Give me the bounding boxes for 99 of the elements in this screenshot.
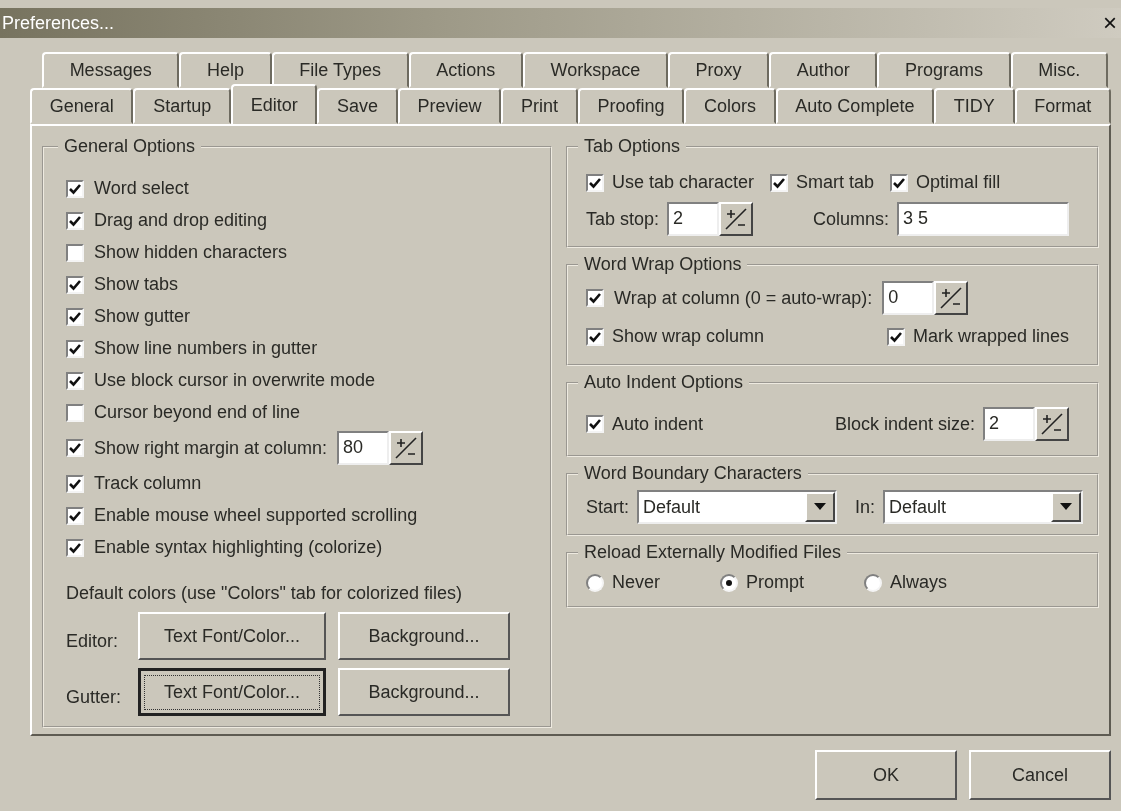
group-title: Reload Externally Modified Files [583, 542, 843, 563]
group-title: Word Wrap Options [583, 254, 743, 275]
checkbox[interactable] [886, 327, 905, 346]
color-button[interactable]: Text Font/Color... [138, 668, 326, 716]
field-label: Block indent size: [834, 413, 976, 435]
spin-button[interactable] [1035, 407, 1070, 441]
close-button[interactable]: × [1099, 9, 1121, 37]
checkbox-label[interactable]: Show hidden characters [94, 242, 288, 263]
tab[interactable]: Programs [877, 52, 1011, 88]
checkbox-label[interactable]: Use tab character [612, 172, 755, 193]
row-label: Editor: [66, 629, 120, 652]
window-title: Preferences... [2, 12, 115, 34]
group-title: Tab Options [583, 136, 682, 157]
tab[interactable]: Author [769, 52, 878, 88]
group-title: General Options [63, 136, 197, 157]
tab[interactable]: Save [317, 88, 398, 124]
tab[interactable]: Actions [408, 52, 523, 88]
tab[interactable]: File Types [271, 52, 409, 88]
group-title: Word Boundary Characters [583, 463, 803, 484]
color-button[interactable]: Text Font/Color... [138, 612, 326, 660]
note-text: Default colors (use "Colors" tab for colorized files) [66, 583, 463, 604]
tab[interactable]: General [30, 88, 134, 124]
checkbox[interactable] [66, 474, 84, 493]
group-title: Auto Indent Options [583, 372, 745, 393]
checkbox-label[interactable]: Use block cursor in overwrite mode [94, 370, 376, 391]
checkbox[interactable] [586, 327, 604, 346]
radio-label[interactable]: Prompt [746, 572, 805, 593]
input-field[interactable]: 3 5 [897, 202, 1070, 236]
checkbox[interactable] [66, 243, 84, 262]
tab[interactable]: Proxy [667, 52, 770, 88]
checkbox[interactable] [66, 339, 84, 358]
checkbox[interactable] [66, 506, 84, 525]
checkbox[interactable] [66, 538, 84, 557]
number-field[interactable]: 0 [882, 281, 935, 315]
spin-button[interactable] [719, 202, 754, 236]
radio-button[interactable] [720, 573, 738, 592]
field-label: Tab stop: [586, 208, 660, 230]
tab[interactable]: Preview [397, 88, 502, 124]
checkbox[interactable] [890, 173, 909, 192]
checkbox-label[interactable]: Auto indent [612, 413, 704, 435]
tab[interactable]: Help [179, 52, 272, 88]
checkbox[interactable] [586, 173, 604, 192]
checkbox-label[interactable]: Word select [94, 178, 189, 199]
field-label: In: [855, 496, 876, 518]
caret-icon [814, 503, 826, 511]
checkbox-label[interactable]: Smart tab [796, 172, 875, 193]
checkbox-label[interactable]: Optimal fill [916, 172, 1001, 193]
tab[interactable]: Proofing [577, 88, 685, 124]
checkbox-label[interactable]: Drag and drop editing [94, 210, 268, 231]
checkbox[interactable] [66, 275, 84, 294]
checkbox[interactable] [586, 415, 604, 433]
checkbox[interactable] [770, 173, 789, 192]
checkbox-label[interactable]: Track column [94, 473, 202, 494]
checkbox[interactable] [66, 439, 84, 457]
number-field[interactable]: 80 [337, 431, 390, 465]
spin-button[interactable] [934, 281, 969, 315]
radio-label[interactable]: Always [890, 572, 948, 593]
checkbox-label[interactable]: Mark wrapped lines [912, 326, 1070, 347]
checkbox-label[interactable]: Enable mouse wheel supported scrolling [94, 505, 418, 526]
tab[interactable]: Editor [230, 84, 318, 124]
tab[interactable]: Print [501, 88, 578, 124]
tab[interactable]: Workspace [522, 52, 668, 88]
checkbox-label[interactable]: Show gutter [94, 306, 191, 327]
tab[interactable]: Colors [684, 88, 776, 124]
checkbox[interactable] [66, 211, 84, 230]
checkbox[interactable] [66, 371, 84, 390]
radio-button[interactable] [586, 573, 604, 592]
radio-button[interactable] [864, 573, 883, 592]
checkbox[interactable] [586, 289, 604, 307]
tab[interactable]: Misc. [1010, 52, 1108, 88]
row-label: Gutter: [66, 685, 123, 708]
color-button[interactable]: Background... [338, 612, 510, 660]
field-label: Columns: [813, 208, 890, 230]
tab[interactable]: Messages [42, 52, 180, 88]
tab[interactable]: Startup [133, 88, 231, 124]
radio-label[interactable]: Never [612, 572, 660, 593]
checkbox[interactable] [66, 307, 84, 326]
checkbox-label[interactable]: Cursor beyond end of line [94, 402, 301, 423]
checkbox[interactable] [66, 403, 84, 422]
dialog-button[interactable]: OK [815, 750, 957, 800]
checkbox-label[interactable]: Show tabs [94, 274, 179, 295]
checkbox-label[interactable]: Enable syntax highlighting (colorize) [94, 537, 383, 558]
tab[interactable]: Auto Complete [775, 88, 935, 124]
dialog-button[interactable]: Cancel [969, 750, 1111, 800]
field-label: Start: [586, 496, 629, 518]
checkbox-label[interactable]: Wrap at column (0 = auto-wrap): [614, 287, 873, 309]
number-field[interactable]: 2 [667, 202, 720, 236]
checkbox[interactable] [66, 179, 84, 198]
dropdown[interactable]: Default [637, 490, 837, 524]
number-field[interactable]: 2 [983, 407, 1036, 441]
checkbox-label[interactable]: Show wrap column [612, 326, 765, 347]
checkbox-label[interactable]: Show right margin at column: [94, 437, 328, 459]
dropdown[interactable]: Default [883, 490, 1084, 524]
checkbox-label[interactable]: Show line numbers in gutter [94, 338, 318, 359]
tab[interactable]: TIDY [934, 88, 1015, 124]
tab[interactable]: Format [1014, 88, 1111, 124]
spin-button[interactable] [389, 431, 424, 465]
caret-icon [1060, 503, 1073, 511]
color-button[interactable]: Background... [338, 668, 510, 716]
